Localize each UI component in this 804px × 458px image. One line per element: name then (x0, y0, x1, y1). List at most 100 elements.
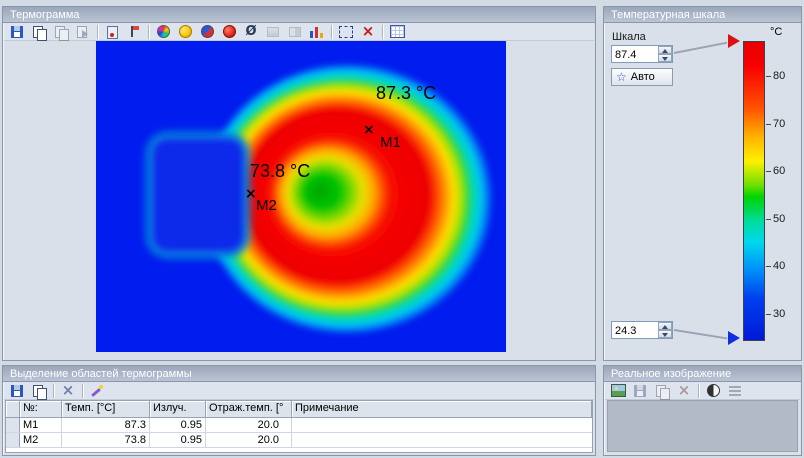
cell-temp: 87.3 (62, 418, 150, 432)
palette-icon[interactable] (153, 23, 173, 41)
delete-icon (674, 382, 694, 400)
column-header-num[interactable]: №: (20, 401, 62, 417)
isotherm-icon (263, 23, 283, 41)
cell-temp: 73.8 (62, 433, 150, 447)
save-icon (630, 382, 650, 400)
cell-note (292, 433, 592, 447)
spin-up-icon[interactable] (658, 46, 672, 54)
copy-icon[interactable] (29, 382, 49, 400)
scale-min-spin-buttons (658, 322, 672, 338)
scale-min-input[interactable] (612, 322, 658, 338)
thermogram-toolbar (4, 23, 594, 41)
spin-down-icon[interactable] (658, 54, 672, 62)
tick-mark (766, 219, 771, 220)
tick-mark (766, 76, 771, 77)
toolbar-separator (698, 383, 699, 398)
toolbar-separator (97, 24, 98, 39)
tick-mark (766, 124, 771, 125)
column-header-emiss[interactable]: Излуч. (150, 401, 206, 417)
copy-icon[interactable] (29, 23, 49, 41)
export-icon (73, 23, 93, 41)
thermogram-panel: Термограмма Ø × 87.3 °C × M1 73.8 °C × M… (2, 6, 596, 361)
row-selector-cell[interactable] (6, 433, 20, 447)
bulb-base-shape (146, 132, 250, 258)
row-selector-cell[interactable] (6, 418, 20, 432)
max-connector-line (673, 41, 728, 54)
toolbar-separator (382, 24, 383, 39)
histogram-icon[interactable] (307, 23, 327, 41)
unit-label: °C (770, 26, 783, 38)
thermal-analysis-app: Термограмма Ø × 87.3 °C × M1 73.8 °C × M… (0, 0, 804, 458)
photo-icon[interactable] (608, 382, 628, 400)
spin-up-icon[interactable] (658, 322, 672, 330)
toolbar-separator (148, 24, 149, 39)
min-marker-icon[interactable] (728, 331, 740, 345)
tick-label-50: 50 (773, 213, 786, 225)
contrast-icon[interactable] (703, 382, 723, 400)
marker-temp-icon[interactable] (102, 23, 122, 41)
color-scale-bar (743, 41, 765, 341)
delete-soft-icon[interactable] (58, 382, 78, 400)
scale-max-spin-buttons (658, 46, 672, 62)
tick-mark (766, 314, 771, 315)
marker-m1-label: M1 (380, 134, 401, 151)
cell-num: M2 (20, 433, 62, 447)
table-corner-cell (6, 401, 20, 417)
wand-icon[interactable] (87, 382, 107, 400)
regions-panel-title: Выделение областей термограммы (3, 366, 595, 382)
max-marker-icon[interactable] (728, 34, 740, 48)
toolbar-separator (82, 383, 83, 398)
thermogram-panel-title: Термограмма (3, 7, 595, 23)
palette-duo-icon[interactable] (197, 23, 217, 41)
scale-label: Шкала (612, 31, 646, 43)
tick-label-60: 60 (773, 165, 786, 177)
spin-down-icon[interactable] (658, 330, 672, 338)
tick-mark (766, 266, 771, 267)
cell-num: M1 (20, 418, 62, 432)
real-image-panel: Реальное изображение (603, 365, 802, 456)
tick-label-30: 30 (773, 308, 786, 320)
copy-icon (652, 382, 672, 400)
scale-max-spinner (611, 45, 673, 63)
tick-mark (766, 171, 771, 172)
auto-button[interactable]: Авто (611, 68, 673, 86)
table-row-m2[interactable]: M2 73.8 0.95 20.0 (6, 433, 592, 448)
column-header-note[interactable]: Примечание (292, 401, 592, 417)
real-image-view (607, 400, 798, 452)
save-icon[interactable] (7, 23, 27, 41)
save-icon[interactable] (7, 382, 27, 400)
column-header-refl[interactable]: Отраж.темп. [° (206, 401, 292, 417)
scale-max-input[interactable] (612, 46, 658, 62)
auto-button-label: Авто (630, 71, 655, 83)
circle-red-icon[interactable] (219, 23, 239, 41)
regions-table: №: Темп. [°C] Излуч. Отраж.темп. [° Прим… (5, 400, 593, 453)
marker-m2-label: M2 (256, 197, 277, 214)
select-rect-icon[interactable] (336, 23, 356, 41)
real-image-toolbar (605, 382, 800, 400)
scale-min-spinner (611, 321, 673, 339)
thermal-svg (96, 41, 506, 352)
cell-emiss: 0.95 (150, 418, 206, 432)
toolbar-separator (53, 383, 54, 398)
column-header-temp[interactable]: Темп. [°C] (62, 401, 150, 417)
marker-m2-temperature: 73.8 °C (250, 161, 311, 181)
marker-m1-temperature: 87.3 °C (376, 83, 437, 103)
marker-flag-icon[interactable] (124, 23, 144, 41)
tick-label-40: 40 (773, 260, 786, 272)
table-header-row: №: Темп. [°C] Излуч. Отраж.темп. [° Прим… (6, 401, 592, 418)
regions-toolbar (4, 382, 594, 400)
tick-label-80: 80 (773, 70, 786, 82)
table-row-m1[interactable]: M1 87.3 0.95 20.0 (6, 418, 592, 433)
marker-m2-cross-icon[interactable] (245, 185, 257, 203)
thermal-image[interactable]: 87.3 °C M1 73.8 °C M2 (96, 41, 506, 352)
tick-label-70: 70 (773, 118, 786, 130)
star-icon (616, 71, 627, 84)
min-connector-line (673, 329, 728, 340)
emissivity-icon[interactable] (241, 23, 261, 41)
delete-icon[interactable] (358, 23, 378, 41)
adjust-icon (725, 382, 745, 400)
circle-yellow-icon[interactable] (175, 23, 195, 41)
marker-m1-cross-icon[interactable] (363, 121, 375, 139)
grid-icon[interactable] (387, 23, 407, 41)
cell-note (292, 418, 592, 432)
